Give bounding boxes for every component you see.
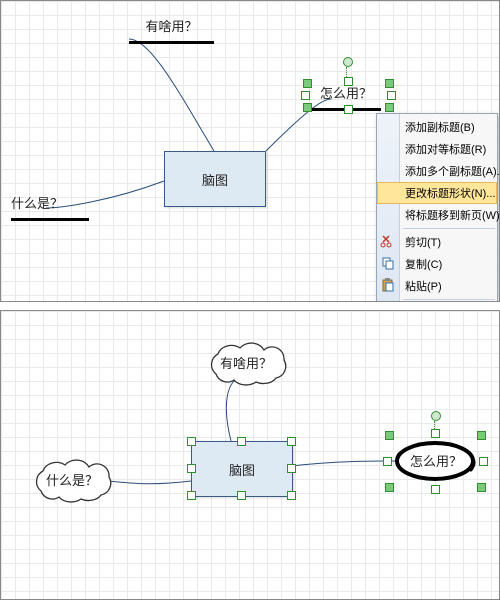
menu-change-shape[interactable]: 更改标题形状(N)... — [377, 182, 497, 204]
topic-left-label: 什么是？ — [46, 470, 98, 489]
h[interactable] — [287, 437, 296, 446]
topic-top-label-wrap: 有啥用？ — [216, 353, 276, 372]
sel-e[interactable] — [387, 91, 396, 100]
copy-icon — [380, 255, 396, 271]
rotate-handle-2[interactable] — [431, 411, 441, 421]
menu-add-subtopic[interactable]: 添加副标题(B) — [377, 116, 497, 138]
paste-icon — [380, 277, 396, 293]
menu-move-newpage[interactable]: 将标题移到新页(W)... — [377, 204, 497, 226]
menu-add-multi[interactable]: 添加多个副标题(A)... — [377, 160, 497, 182]
topic-left-1[interactable]: 什么是？ — [11, 193, 89, 221]
topic-top-label: 有啥用？ — [220, 353, 272, 372]
sel2-e[interactable] — [479, 457, 488, 466]
sel2-s[interactable] — [431, 485, 440, 494]
topic-left-label: 什么是？ — [11, 193, 63, 212]
cut-icon — [380, 233, 396, 249]
rotate-handle[interactable] — [343, 57, 353, 67]
sel-se[interactable] — [385, 103, 394, 112]
h[interactable] — [287, 464, 296, 473]
sel-ne[interactable] — [385, 79, 394, 88]
sel2-se[interactable] — [477, 483, 486, 492]
menu-paste[interactable]: 粘贴(P) — [377, 275, 497, 297]
center-node-2[interactable]: 脑图 — [191, 441, 293, 497]
sel-w[interactable] — [301, 91, 310, 100]
h[interactable] — [237, 491, 246, 500]
menu-add-peer[interactable]: 添加对等标题(R) — [377, 138, 497, 160]
sel-nw[interactable] — [303, 79, 312, 88]
menu-cut[interactable]: 剪切(T) — [377, 231, 497, 253]
sel-s[interactable] — [344, 105, 353, 114]
center-node-1[interactable]: 脑图 — [164, 151, 266, 207]
h[interactable] — [187, 437, 196, 446]
topic-right-label-wrap: 怎么用？ — [407, 451, 465, 470]
diagram-panel-1: 脑图 有啥用？ 什么是？ 怎么用？ 添加副标题(B) 添加对等标题(R) 添加多… — [0, 0, 500, 302]
sel-sw[interactable] — [303, 103, 312, 112]
h[interactable] — [237, 437, 246, 446]
h[interactable] — [187, 491, 196, 500]
h[interactable] — [187, 464, 196, 473]
sel2-sw[interactable] — [385, 483, 394, 492]
menu-copy[interactable]: 复制(C) — [377, 253, 497, 275]
sel-n[interactable] — [344, 77, 353, 86]
topic-top-label: 有啥用？ — [145, 16, 197, 35]
h[interactable] — [287, 491, 296, 500]
sel2-nw[interactable] — [385, 431, 394, 440]
topic-top-1[interactable]: 有啥用？ — [129, 16, 214, 44]
sel2-w[interactable] — [383, 457, 392, 466]
topic-right-label: 怎么用？ — [410, 451, 462, 470]
center-node-label: 脑图 — [229, 460, 255, 479]
topic-left-label-wrap: 什么是？ — [41, 470, 103, 489]
context-menu: 添加副标题(B) 添加对等标题(R) 添加多个副标题(A)... 更改标题形状(… — [376, 113, 498, 302]
sel2-ne[interactable] — [477, 431, 486, 440]
center-node-label: 脑图 — [202, 170, 228, 189]
diagram-panel-2: 脑图 有啥用？ 什么是？ 怎么用？ — [0, 310, 500, 600]
sel2-n[interactable] — [431, 429, 440, 438]
